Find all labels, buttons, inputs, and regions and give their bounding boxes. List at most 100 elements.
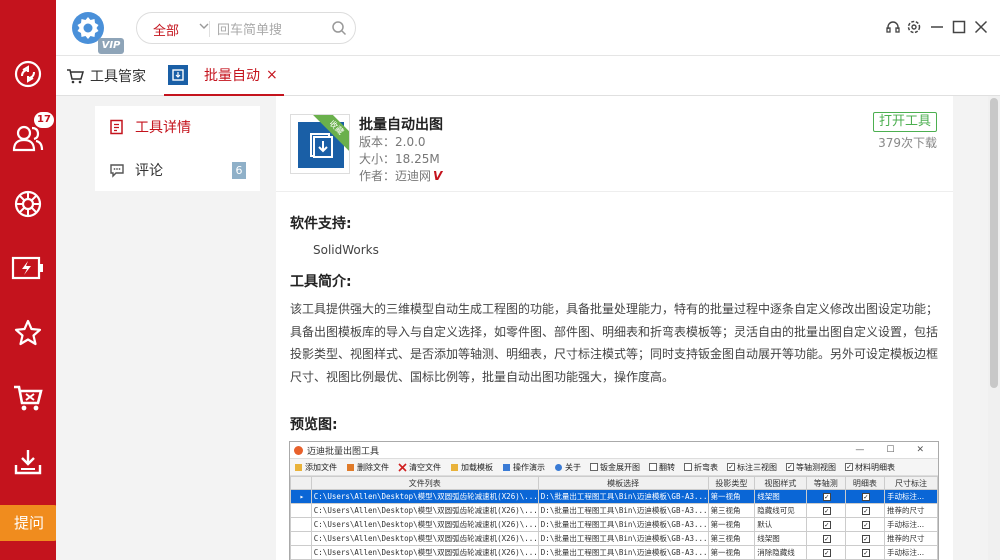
iso-cell: ✓ <box>805 517 846 532</box>
chevron-down-icon[interactable] <box>199 19 209 36</box>
tab-batch-auto[interactable]: 批量自动 × <box>164 56 284 96</box>
iso-checkbox: ✓ <box>822 549 831 557</box>
template-icon <box>451 463 458 471</box>
cart-tools-icon[interactable] <box>8 378 48 418</box>
detail-nav: 工具详情 评论 6 <box>95 106 260 191</box>
search-box: 全部 <box>136 12 356 44</box>
column-header: 尺寸标注 <box>883 476 938 490</box>
preview-option-checkbox: ✓ <box>786 463 794 471</box>
preview-window-title: 迈迪批量出图工具 <box>307 446 380 457</box>
column-header: 文件列表 <box>310 476 539 490</box>
tab-close-icon[interactable]: × <box>266 67 278 83</box>
scrollbar-thumb[interactable] <box>990 98 998 388</box>
style-cell: 线架图 <box>754 531 807 546</box>
preview-option-label: 材料明细表 <box>855 462 895 472</box>
preview-window-titlebar: 迈迪批量出图工具 — ☐ ✕ <box>290 442 938 458</box>
preview-delete-file: 删除文件 <box>346 462 389 473</box>
template-cell: D:\批量出工程图工具\Bin\迈迪模板\GB-A3... <box>537 517 709 532</box>
nav-comments[interactable]: 评论 6 <box>95 149 260 191</box>
demo-icon <box>503 463 510 471</box>
cart-icon <box>67 69 84 84</box>
star-icon[interactable] <box>8 313 48 353</box>
recycle-icon[interactable] <box>8 54 48 94</box>
template-cell: D:\批量出工程图工具\Bin\迈迪模板\GB-A3... <box>537 531 709 546</box>
settings-icon[interactable] <box>905 18 923 36</box>
intro-text: 该工具提供强大的三维模型自动生成工程图的功能，具备批量处理能力，特有的批量过程中… <box>290 302 939 384</box>
column-header: 投影类型 <box>707 476 756 490</box>
table-row: C:\Users\Allen\Desktop\模型\双圆弧齿轮减速机(X26)\… <box>290 545 938 560</box>
search-icon[interactable] <box>331 20 347 40</box>
projection-cell: 第三视角 <box>707 503 756 518</box>
tool-name: 批量自动出图 <box>359 117 443 133</box>
iso-cell: ✓ <box>805 503 846 518</box>
ask-button[interactable]: 提问 <box>0 505 58 541</box>
app-logo: VIP <box>68 8 124 54</box>
vip-badge: VIP <box>98 38 124 54</box>
open-tool-button[interactable]: 打开工具 <box>873 112 937 132</box>
preview-option-label: 标注三视图 <box>737 462 777 472</box>
nav-tool-details[interactable]: 工具详情 <box>95 106 260 148</box>
preview-about: 关于 <box>554 462 581 473</box>
tab-bar: 工具管家 批量自动 × <box>56 56 1000 96</box>
tool-thumbnail: 收藏 <box>290 114 350 174</box>
scrollbar[interactable] <box>988 96 1000 560</box>
headset-icon[interactable] <box>884 18 902 36</box>
battery-icon[interactable] <box>8 248 48 288</box>
preview-load-template-label: 加载模板 <box>461 462 493 472</box>
file-cell: C:\Users\Allen\Desktop\模型\双圆弧齿轮减速机(X26)\… <box>310 545 539 560</box>
row-pointer <box>290 545 312 560</box>
bom-cell: ✓ <box>844 517 885 532</box>
preview-demo: 操作演示 <box>502 462 545 473</box>
preview-option-checkbox <box>649 463 657 471</box>
preview-add-file: 添加文件 <box>294 462 337 473</box>
column-header: 等轴测 <box>805 476 846 490</box>
preview-window-controls: — ☐ ✕ <box>855 445 938 455</box>
table-row: C:\Users\Allen\Desktop\模型\双圆弧齿轮减速机(X26)\… <box>290 517 938 532</box>
column-header: 模板选择 <box>537 476 709 490</box>
maximize-icon[interactable] <box>950 18 968 36</box>
projection-cell: 第三视角 <box>707 531 756 546</box>
search-input[interactable] <box>217 18 327 40</box>
template-cell: D:\批量出工程图工具\Bin\迈迪模板\GB-A3... <box>537 545 709 560</box>
top-bar: VIP 全部 <box>56 0 1000 56</box>
table-row: C:\Users\Allen\Desktop\模型\双圆弧齿轮减速机(X26)\… <box>290 503 938 518</box>
preview-option-label: 翻转 <box>659 462 675 472</box>
iso-cell: ✓ <box>805 531 846 546</box>
download-count: 379次下载 <box>878 136 937 150</box>
close-icon[interactable] <box>972 18 990 36</box>
dim-cell: 推荐的尺寸 <box>883 531 938 546</box>
comment-count-badge: 6 <box>232 162 246 179</box>
tab-batch-auto-label: 批量自动 <box>204 68 260 84</box>
preview-option-5: ✓ 材料明细表 <box>845 462 895 473</box>
style-cell: 隐藏线可见 <box>754 503 807 518</box>
tool-size: 大小：18.25M <box>359 152 440 166</box>
download-icon[interactable] <box>8 442 48 482</box>
users-badge: 17 <box>34 112 54 128</box>
bom-checkbox: ✓ <box>861 521 870 529</box>
document-icon <box>110 119 123 135</box>
preview-option-checkbox <box>684 463 692 471</box>
preview-table-header: 文件列表 模板选择 投影类型 视图样式 等轴测 明细表 尺寸标注 <box>290 476 938 490</box>
projection-cell: 第一视角 <box>707 517 756 532</box>
style-cell: 线架图 <box>754 489 807 504</box>
tab-tool-manager-label: 工具管家 <box>90 69 146 85</box>
preview-image[interactable]: 迈迪批量出图工具 — ☐ ✕ 添加文件 删除文件 清空文件 加载模板 操作演示 关于… <box>289 441 939 560</box>
preview-delete-file-label: 删除文件 <box>357 462 389 472</box>
preview-add-file-label: 添加文件 <box>305 462 337 472</box>
verified-mark: V <box>433 169 443 183</box>
iso-checkbox: ✓ <box>822 521 831 529</box>
delete-file-icon <box>347 463 354 471</box>
template-cell: D:\批量出工程图工具\Bin\迈迪模板\GB-A3... <box>537 489 709 504</box>
bom-cell: ✓ <box>844 531 885 546</box>
minimize-icon[interactable] <box>928 18 946 36</box>
preview-option-checkbox <box>590 463 598 471</box>
row-pointer: ▸ <box>290 489 312 504</box>
preview-demo-label: 操作演示 <box>513 462 545 472</box>
preview-close-icon: ✕ <box>916 445 924 455</box>
search-scope-select[interactable]: 全部 <box>153 20 179 39</box>
tool-author-row: 作者：迈迪网 V <box>359 167 442 184</box>
tab-tool-manager[interactable]: 工具管家 <box>66 66 146 86</box>
tool-author: 作者：迈迪网 <box>359 169 432 183</box>
gear-wheel-icon[interactable] <box>8 184 48 224</box>
iso-checkbox: ✓ <box>822 507 831 515</box>
